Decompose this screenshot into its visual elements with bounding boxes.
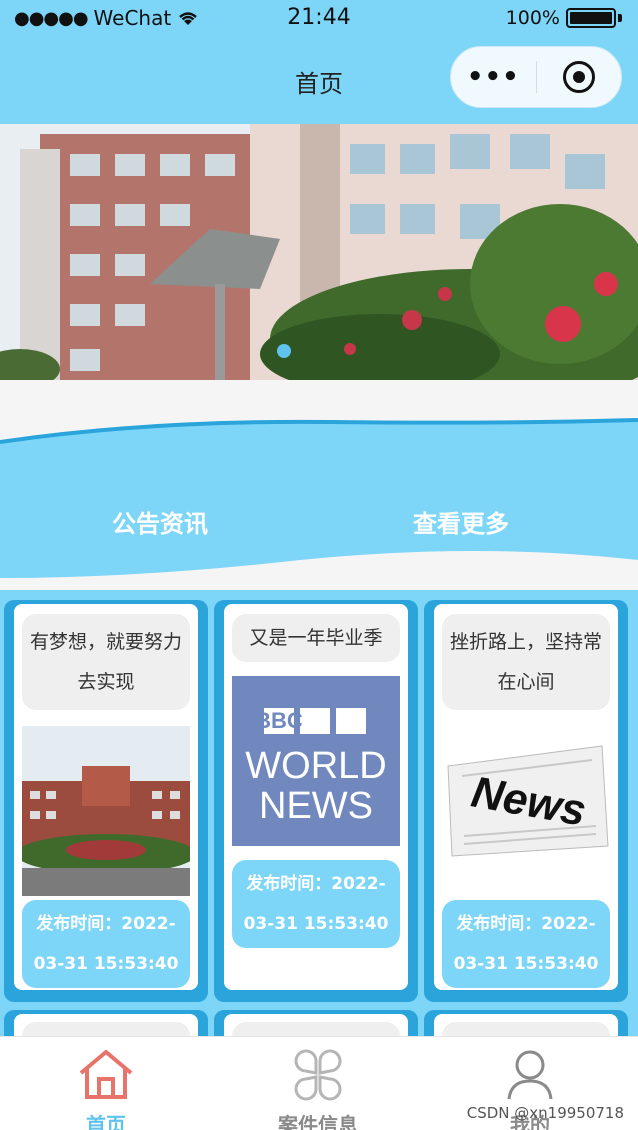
watermark: CSDN @xn19950718 [466,1104,624,1122]
news-card[interactable]: 有梦想，就要努力去实现 发布时间：2022-03-31 15:53:40 [4,600,208,1002]
view-more-link[interactable]: 查看更多 [413,504,509,539]
campus-building-photo [22,726,190,896]
news-card[interactable]: 又是一年毕业季 BBC WORLD NEWS 发布时间：2022-03-31 1… [214,600,418,1002]
banner-carousel[interactable] [0,124,638,380]
notice-section: 公告资讯 查看更多 [0,380,638,590]
card-publish-date: 发布时间：2022-03-31 15:53:40 [22,900,190,988]
news-card[interactable] [214,1010,418,1036]
news-word: NEWS [259,785,373,827]
nav-bar: 首页 ••• [0,38,638,124]
news-card[interactable]: 挫折路上，坚持常在心间 News 发布时间：2022-03-31 15:53:4… [424,600,628,1002]
news-card[interactable] [4,1010,208,1036]
wave-decoration [0,380,638,590]
user-icon [507,1050,553,1100]
carousel-indicator-dot[interactable] [277,344,291,358]
newspaper-image: News [442,726,610,896]
battery-status: 100% [506,7,622,29]
close-mini-program-button[interactable] [537,61,622,93]
announcements-label[interactable]: 公告资讯 [112,504,208,539]
bbc-letters: BBC [255,708,303,733]
card-title: 又是一年毕业季 [232,614,400,662]
news-card-grid: 有梦想，就要努力去实现 发布时间：2022-03-31 15:53:40 又是一… [0,590,638,1036]
card-title: 有梦想，就要努力去实现 [22,614,190,710]
card-title: 挫折路上，坚持常在心间 [442,614,610,710]
tab-label: 首页 [86,1113,126,1130]
news-card[interactable] [424,1010,628,1036]
bbc-world-news-logo: BBC WORLD NEWS [232,676,400,846]
tab-home[interactable]: 首页 [0,1037,212,1130]
card-publish-date: 发布时间：2022-03-31 15:53:40 [442,900,610,988]
tab-label: 案件信息 [278,1113,358,1130]
mini-program-capsule: ••• [450,46,622,108]
status-bar: ●●●●● WeChat 21:44 100% [0,0,638,38]
target-icon [562,61,595,93]
tab-case-info[interactable]: 案件信息 [212,1037,424,1130]
world-word: WORLD [245,745,386,787]
battery-icon [566,8,616,28]
home-icon [79,1050,133,1099]
more-options-icon[interactable]: ••• [451,62,536,92]
campus-photo [0,124,638,380]
card-publish-date: 发布时间：2022-03-31 15:53:40 [232,860,400,948]
grid-icon [294,1049,342,1101]
battery-percent: 100% [505,7,560,29]
